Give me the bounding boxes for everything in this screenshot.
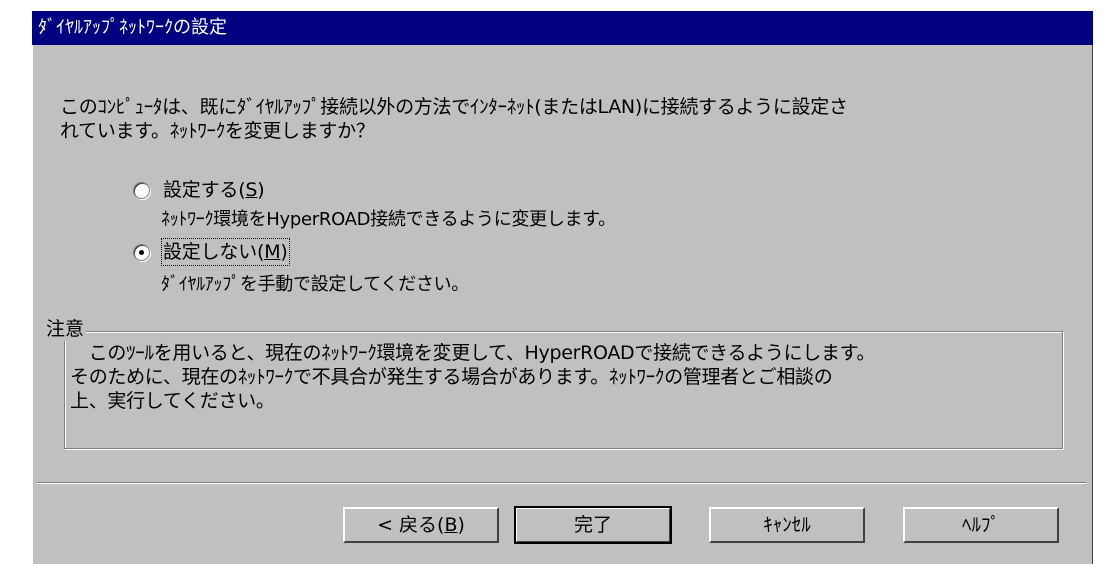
notice-line-3: 上、実行してください。: [70, 390, 275, 412]
radio-configure[interactable]: 設定する(S): [133, 178, 265, 202]
dialog-title-bar[interactable]: ﾀﾞｲﾔﾙｱｯﾌﾟﾈｯﾄﾜｰｸの設定: [32, 11, 1093, 45]
radio-configure-label[interactable]: 設定する(S): [163, 178, 265, 202]
button-separator: [37, 482, 1086, 484]
question-message: このｺﾝﾋﾟｭｰﾀは、既にﾀﾞｲﾔﾙｱｯﾌﾟ接続以外の方法でｲﾝﾀｰﾈｯﾄ(また…: [60, 95, 1070, 143]
notice-line-1: このﾂｰﾙを用いると、現在のﾈｯﾄﾜｰｸ環境を変更して、HyperROADで接続…: [70, 342, 876, 364]
radio-do-not-configure-indicator[interactable]: [133, 243, 150, 261]
finish-button[interactable]: 完了: [514, 506, 672, 544]
question-line-2: れています。ﾈｯﾄﾜｰｸを変更しますか？: [60, 120, 375, 142]
back-button[interactable]: < 戻る(B): [343, 507, 499, 543]
cancel-button[interactable]: ｷｬﾝｾﾙ: [709, 507, 865, 543]
question-line-1: このｺﾝﾋﾟｭｰﾀは、既にﾀﾞｲﾔﾙｱｯﾌﾟ接続以外の方法でｲﾝﾀｰﾈｯﾄ(また…: [60, 96, 848, 118]
radio-do-not-configure-label[interactable]: 設定しない(M): [161, 238, 290, 266]
dialog-title: ﾀﾞｲﾔﾙｱｯﾌﾟﾈｯﾄﾜｰｸの設定: [38, 17, 227, 38]
notice-title: 注意: [44, 317, 87, 341]
dial-up-network-settings-dialog: ﾀﾞｲﾔﾙｱｯﾌﾟﾈｯﾄﾜｰｸの設定 このｺﾝﾋﾟｭｰﾀは、既にﾀﾞｲﾔﾙｱｯﾌ…: [32, 11, 1093, 564]
help-button[interactable]: ﾍﾙﾌﾟ: [903, 507, 1059, 543]
notice-line-2: そのために、現在のﾈｯﾄﾜｰｸで不具合が発生する場合があります。ﾈｯﾄﾜｰｸの管…: [70, 366, 833, 388]
radio-configure-indicator[interactable]: [133, 181, 150, 199]
notice-text: このﾂｰﾙを用いると、現在のﾈｯﾄﾜｰｸ環境を変更して、HyperROADで接続…: [70, 341, 1060, 413]
radio-do-not-configure-description: ﾀﾞｲﾔﾙｱｯﾌﾟを手動で設定してください。: [161, 274, 469, 295]
radio-do-not-configure[interactable]: 設定しない(M): [133, 238, 290, 266]
radio-configure-description: ﾈｯﾄﾜｰｸ環境をHyperROAD接続できるように変更します。: [161, 209, 616, 230]
